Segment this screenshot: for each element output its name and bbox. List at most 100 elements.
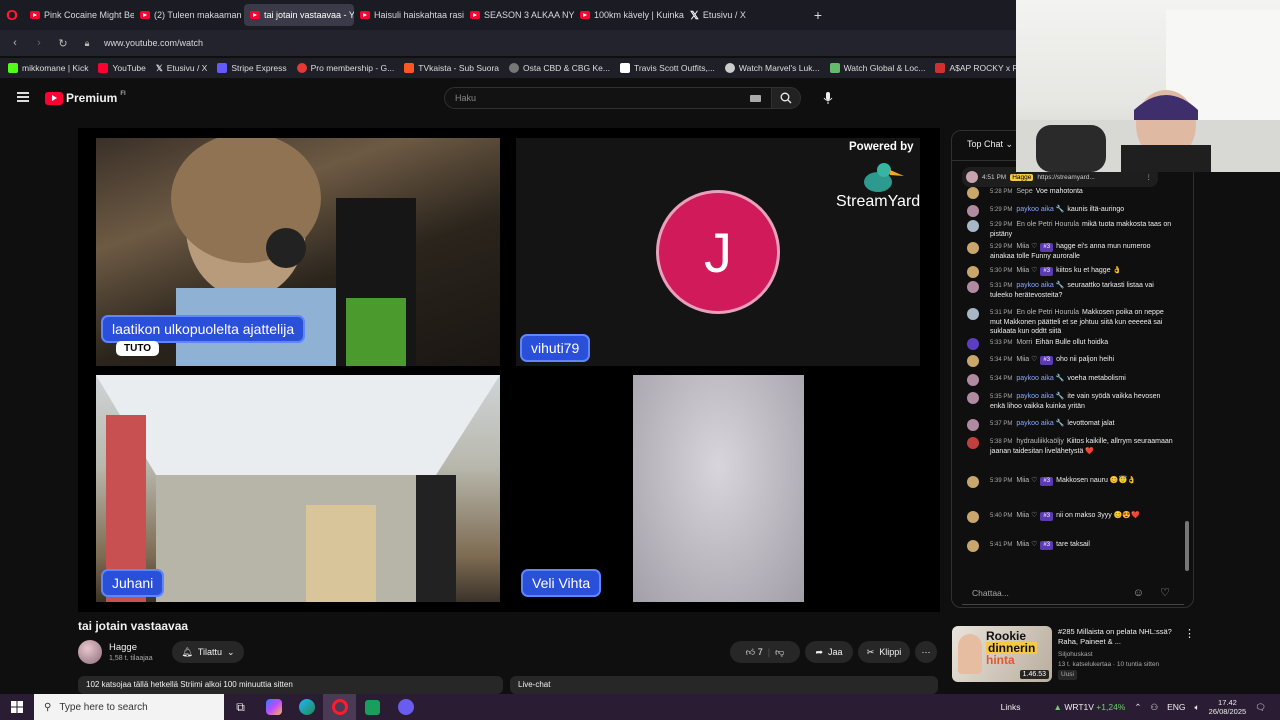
language-indicator[interactable]: ENG [1167,702,1185,712]
bookmark-item[interactable]: YouTube [98,63,146,73]
chat-message[interactable]: 5:33 PM Morri Eihän Bulle ollut hoidka [967,338,1174,350]
channel-avatar[interactable] [78,640,102,664]
opera-icon[interactable] [323,694,356,720]
chat-avatar[interactable] [967,392,979,404]
bookmark-item[interactable]: Pro membership - G... [296,63,394,73]
chat-message[interactable]: 5:30 PM Miia ♡ #3 kiitos ku et hagge 👌 [967,266,1174,278]
chat-avatar[interactable] [967,187,979,199]
chat-message[interactable]: 5:40 PM Miia ♡ #3 nii on makso 3yyy 😊😍❤️ [967,511,1174,523]
chat-message[interactable]: 5:31 PM En ole Petri Hourula Makkosen poik… [967,308,1174,336]
chat-scrollbar[interactable] [1185,521,1189,571]
keyboard-icon[interactable] [750,95,761,102]
tab-6[interactable]: 100km kävely | Kuinka m [574,4,684,26]
bookmark-item[interactable]: TVkaista - Sub Suora [404,63,499,73]
clock[interactable]: 17.42 26/08/2025 [1209,698,1247,716]
chat-message[interactable]: 5:41 PM Miia ♡ #3 tare taksail [967,540,1174,552]
links-toolbar[interactable]: Links [1001,702,1021,712]
chat-message[interactable]: 5:28 PM Sepe Voe mahotonta [967,187,1174,199]
forward-icon[interactable]: › [32,37,46,49]
search-button[interactable] [771,87,801,109]
chat-author[interactable]: Morri [1016,339,1032,346]
tab-4[interactable]: Haisuli haiskahtaa rasism [354,4,464,26]
chat-message[interactable]: 5:37 PM paykoo aika 🔧 levottomat jalat [967,419,1174,431]
discord-icon[interactable] [389,694,422,720]
bookmark-item[interactable]: Travis Scott Outfits,... [619,63,715,73]
chat-message[interactable]: 5:29 PM En ole Petri Hourula mikä tuota ma… [967,220,1174,239]
bookmark-item[interactable]: Watch Global & Loc... [829,63,925,73]
edge-icon[interactable] [290,694,323,720]
task-view-icon[interactable]: ⧉ [224,694,257,720]
chat-mode-dropdown[interactable]: Top Chat ⌄ [967,139,1013,149]
chat-author[interactable]: Miia ♡ [1016,356,1037,363]
chat-avatar[interactable] [967,540,979,552]
chat-avatar[interactable] [967,308,979,320]
share-button[interactable]: ➦ Jaa [805,641,853,663]
chat-message[interactable]: 5:39 PM Miia ♡ #3 Makkosen nauru 😊😇👌 [967,476,1174,488]
suggested-channel[interactable]: Siljohuskast [1058,650,1159,660]
chat-avatar[interactable] [967,374,979,386]
chat-avatar[interactable] [967,338,979,350]
chat-avatar[interactable] [967,437,979,449]
chat-avatar[interactable] [967,281,979,293]
spreadsheet-app-icon[interactable] [356,694,389,720]
tab-1[interactable]: Pink Cocaine Might Be Th [24,4,134,26]
windows-start-button[interactable] [0,694,34,720]
notifications-icon[interactable]: 🗨︎ [1255,702,1266,713]
chat-author[interactable]: En ole Petri Hourula [1016,309,1079,316]
chat-message[interactable]: 5:29 PM Miia ♡ #3 hagge ei's anna mun numer… [967,242,1174,261]
more-vert-icon[interactable]: ⋮ [1146,173,1153,181]
chat-avatar[interactable] [967,266,979,278]
bookmark-item[interactable]: Osta CBD & CBG Ke... [509,63,610,73]
stock-widget[interactable]: ▲ WRT1V +1,24% [1054,702,1126,712]
menu-icon[interactable] [17,92,29,102]
chat-message[interactable]: 5:29 PM paykoo aika 🔧 kaunis iltä-auringo [967,205,1174,217]
suggested-video-thumbnail[interactable]: Rookie dinnerin hinta 1.46.53 [952,626,1052,682]
chat-message[interactable]: 5:35 PM paykoo aika 🔧 ite vain syödä vaikk… [967,392,1174,411]
chat-avatar[interactable] [967,419,979,431]
bookmark-item[interactable]: 𝕏 Etusivu / X [156,63,208,74]
bookmark-item[interactable]: Stripe Express [217,63,287,73]
chat-author[interactable]: paykoo aika 🔧 [1016,375,1064,382]
back-icon[interactable]: ‹ [8,37,22,49]
chat-avatar[interactable] [967,220,979,232]
chat-author[interactable]: Miia ♡ [1016,512,1037,519]
chat-author[interactable]: En ole Petri Hourula [1016,221,1079,228]
chat-message[interactable]: 5:38 PM hydrauliikkaöljy Kiitos kaikille, … [967,437,1174,456]
chat-author[interactable]: hydrauliikkaöljy [1016,438,1063,445]
suggested-video-title[interactable]: #285 Millaista on pelata NHL:ssä? Raha, … [1058,627,1178,647]
network-icon[interactable]: ⚇ [1151,702,1159,713]
chevron-up-icon[interactable]: ⌃ [1134,702,1141,713]
tab-7[interactable]: 𝕏 Etusivu / X [684,4,794,26]
taskbar-search-input[interactable]: ⚲ Type here to search [34,694,224,720]
youtube-premium-logo[interactable]: Premium FI [45,91,126,105]
chat-author[interactable]: Miia ♡ [1016,267,1037,274]
subscribed-button[interactable]: 🔔︎ Tilattu ⌄ [172,641,244,663]
like-button[interactable]: 👍︎ 7 [746,647,763,658]
volume-icon[interactable]: 🔈︎ [1195,702,1200,713]
chat-author[interactable]: paykoo aika 🔧 [1016,420,1064,427]
new-tab-button[interactable]: + [808,5,828,25]
live-chat-replay-bar[interactable]: Live-chat [510,676,938,694]
tab-2[interactable]: (2) Tuleen makaaman - Y [134,4,244,26]
voice-search-button[interactable] [818,88,838,108]
more-actions-button[interactable]: ⋯ [915,641,937,663]
channel-name[interactable]: Hagge [109,642,137,653]
chat-author[interactable]: Miia ♡ [1016,477,1037,484]
chat-author[interactable]: Miia ♡ [1016,243,1037,250]
description-box[interactable]: 102 katsojaa tällä hetkellä Striimi alko… [78,676,503,694]
chat-avatar[interactable] [967,511,979,523]
tab-3-active[interactable]: tai jotain vastaavaa - You [244,4,354,26]
chat-message[interactable]: 5:34 PM paykoo aika 🔧 voeha metabolismi [967,374,1174,386]
bookmark-item[interactable]: Watch Marvel's Luk... [724,63,820,73]
heart-icon[interactable]: ♡ [1160,586,1170,599]
chat-avatar[interactable] [967,476,979,488]
chat-avatar[interactable] [967,355,979,367]
chat-author[interactable]: paykoo aika 🔧 [1016,282,1064,289]
copilot-icon[interactable] [257,694,290,720]
chat-author[interactable]: paykoo aika 🔧 [1016,393,1064,400]
chat-avatar[interactable] [967,205,979,217]
clip-button[interactable]: ✂ Klippi [858,641,910,663]
search-input[interactable]: Haku [444,87,772,109]
url-field[interactable]: www.youtube.com/watch [104,38,203,48]
bookmark-item[interactable]: A$AP ROCKY x PU... [935,63,1016,73]
